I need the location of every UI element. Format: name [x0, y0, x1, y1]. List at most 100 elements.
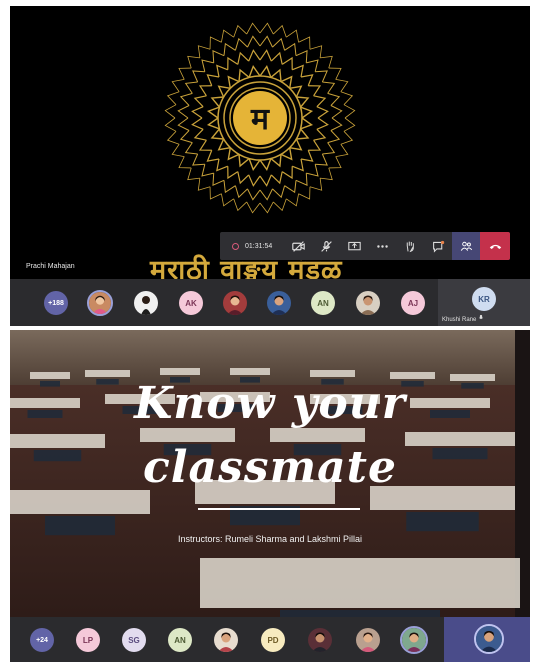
person-photo-icon [402, 628, 426, 652]
mandala-petal [233, 24, 247, 38]
mandala-petal [206, 150, 220, 162]
mandala-petal [197, 178, 211, 191]
mandala-petal [340, 91, 354, 105]
more-participants-badge[interactable]: +24 [30, 628, 54, 652]
desk-top [85, 370, 130, 377]
mandala-petal [327, 130, 341, 144]
mandala-petal [259, 188, 273, 201]
participant-avatar-photo[interactable] [356, 628, 380, 652]
meeting-window-2: Know your classmate Instructors: Rumeli … [10, 330, 530, 662]
desk-top [230, 368, 270, 375]
mandala-petal [316, 117, 329, 130]
participant-strip: +24 LP SG AN PD [10, 617, 530, 662]
mandala-petal [259, 174, 272, 187]
recording-icon [232, 242, 239, 250]
mandala-petal [308, 85, 322, 97]
participant-avatar[interactable]: AK [179, 291, 203, 315]
participant-avatar[interactable]: AN [311, 291, 335, 315]
call-control-bar: 01:31:54 [220, 232, 510, 260]
mandala-petal [191, 117, 204, 130]
camera-button[interactable] [285, 232, 313, 260]
mandala-petal [292, 158, 304, 172]
pinned-participant-tile[interactable]: KR Khushi Rane [438, 279, 530, 326]
mandala-petal [300, 150, 314, 162]
participant-avatar[interactable]: AN [168, 628, 192, 652]
participant-avatar-photo[interactable] [308, 628, 332, 652]
participant-avatar-photo[interactable] [134, 291, 158, 315]
mandala-petal [223, 42, 236, 56]
desk-top [270, 428, 365, 442]
mandala-petal [184, 142, 198, 155]
participants-button[interactable] [452, 232, 481, 260]
participant-avatar-photo[interactable] [214, 628, 238, 652]
mandala-petal [315, 70, 328, 83]
participant-avatar[interactable]: PD [261, 628, 285, 652]
mandala-petal [209, 186, 222, 200]
mandala-petal [234, 37, 248, 51]
participant-avatar[interactable]: SG [122, 628, 146, 652]
mandala-petal [340, 131, 354, 145]
mute-button[interactable] [313, 232, 341, 260]
mandala-petal [316, 106, 329, 119]
mandala-petal [227, 166, 239, 180]
mandala-petal [201, 59, 214, 72]
participant-avatar-photo[interactable] [267, 291, 291, 315]
mandala-petal [178, 156, 192, 169]
more-actions-button[interactable] [369, 232, 397, 260]
person-photo-icon [267, 291, 291, 315]
mandala-petal [227, 56, 239, 70]
mandala-petal [286, 193, 299, 207]
mandala-petal [164, 104, 177, 119]
mandala-petal [193, 95, 207, 108]
desk-top [140, 428, 235, 442]
mandala-petal [308, 139, 322, 151]
mandala-petal [171, 144, 185, 157]
chat-button[interactable] [424, 232, 452, 260]
mandala-petal [272, 185, 286, 199]
mandala-petal [259, 201, 274, 214]
mandala-petal [295, 173, 308, 186]
mandala-petal [315, 153, 328, 166]
share-screen-button[interactable] [341, 232, 369, 260]
mandala-petal [335, 144, 349, 157]
mandala-petal [197, 45, 211, 58]
participant-avatar-photo[interactable] [87, 290, 113, 316]
mandala-petal [272, 37, 286, 51]
person-photo-icon [89, 292, 111, 314]
mandala-petal [320, 55, 333, 69]
mandala-petal [281, 166, 293, 180]
mandala-petal [309, 45, 323, 58]
mandala-petal [328, 156, 342, 169]
more-participants-badge[interactable]: +188 [44, 291, 68, 315]
participant-avatar-photo[interactable] [356, 291, 380, 315]
participants-icon [460, 241, 472, 251]
mandala-petal [247, 188, 261, 201]
mandala-petal [306, 59, 319, 72]
participant-avatar-photo[interactable] [400, 626, 428, 654]
participant-avatar[interactable]: AJ [401, 291, 425, 315]
person-photo-icon [223, 291, 247, 315]
participant-avatar[interactable]: LP [76, 628, 100, 652]
mandala-petal [343, 117, 356, 132]
self-video-tile[interactable] [444, 617, 530, 662]
person-photo-icon [356, 628, 380, 652]
mandala-petal [164, 117, 177, 132]
mandala-petal [233, 198, 247, 212]
mandala-petal [284, 42, 297, 56]
participant-avatar-photo[interactable] [223, 291, 247, 315]
raise-hand-icon [406, 241, 414, 252]
hang-up-button[interactable] [480, 232, 510, 260]
slide-title-line-2: classmate [143, 442, 397, 493]
person-photo-icon [476, 626, 502, 652]
logo-letter: म [250, 102, 270, 137]
mandala-petal [306, 164, 319, 177]
mandala-petal [177, 117, 190, 131]
mandala-petal [178, 67, 192, 80]
mandala-petal [166, 91, 180, 105]
mandala-petal [193, 128, 207, 141]
raise-hand-button[interactable] [396, 232, 424, 260]
mandala-petal [335, 79, 349, 92]
hang-up-icon [489, 244, 501, 249]
mandala-petal [343, 104, 356, 119]
mandala-petal [328, 67, 342, 80]
